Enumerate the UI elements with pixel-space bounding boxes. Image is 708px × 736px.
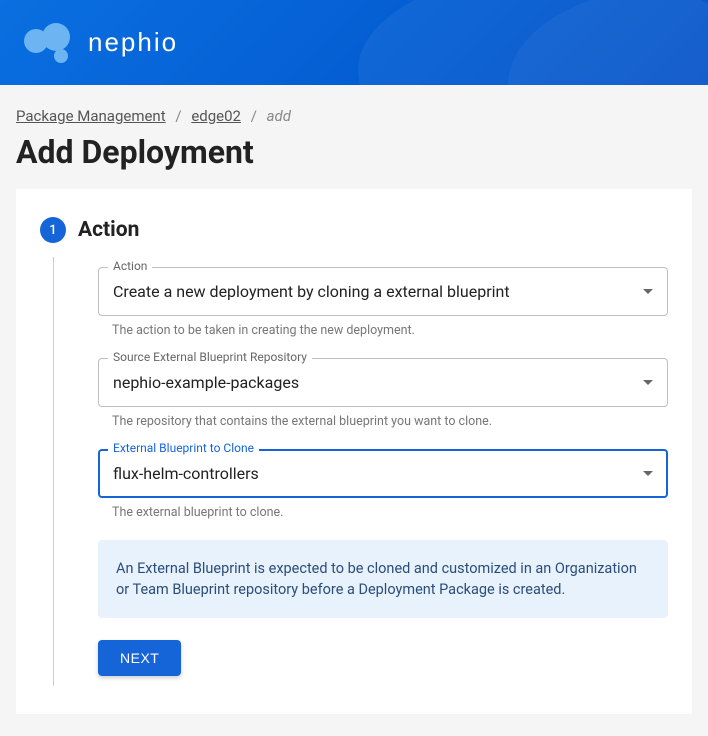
step-header: 1 Action xyxy=(40,217,668,243)
breadcrumb-current: add xyxy=(267,107,291,125)
breadcrumb-separator: / xyxy=(251,107,257,125)
action-label: Action xyxy=(108,259,152,273)
action-value: Create a new deployment by cloning a ext… xyxy=(113,282,510,301)
source-repo-value: nephio-example-packages xyxy=(113,373,299,392)
brand-logo: nephio xyxy=(20,23,178,63)
action-select[interactable]: Create a new deployment by cloning a ext… xyxy=(98,267,668,316)
brand-name: nephio xyxy=(88,27,178,58)
step-number-badge: 1 xyxy=(40,217,66,243)
chevron-down-icon xyxy=(643,380,653,385)
breadcrumb-link-edge02[interactable]: edge02 xyxy=(191,107,241,125)
blueprint-label: External Blueprint to Clone xyxy=(108,441,259,455)
step-title: Action xyxy=(78,218,139,242)
breadcrumb: Package Management / edge02 / add xyxy=(16,107,692,125)
source-repo-field: Source External Blueprint Repository nep… xyxy=(98,358,668,407)
app-header: nephio xyxy=(0,0,708,85)
page-title: Add Deployment xyxy=(16,133,692,171)
breadcrumb-separator: / xyxy=(175,107,181,125)
logo-mark-icon xyxy=(20,23,80,63)
blueprint-field: External Blueprint to Clone flux-helm-co… xyxy=(98,449,668,498)
source-repo-label: Source External Blueprint Repository xyxy=(108,350,312,364)
blueprint-value: flux-helm-controllers xyxy=(113,464,259,483)
chevron-down-icon xyxy=(643,289,653,294)
blueprint-select[interactable]: flux-helm-controllers xyxy=(98,449,668,498)
info-message: An External Blueprint is expected to be … xyxy=(98,540,668,618)
step-body: Action Create a new deployment by clonin… xyxy=(53,257,668,686)
next-button[interactable]: NEXT xyxy=(98,640,181,676)
action-field: Action Create a new deployment by clonin… xyxy=(98,267,668,316)
source-repo-select[interactable]: nephio-example-packages xyxy=(98,358,668,407)
source-repo-helper: The repository that contains the externa… xyxy=(112,414,668,429)
breadcrumb-link-package-management[interactable]: Package Management xyxy=(16,107,166,125)
action-helper: The action to be taken in creating the n… xyxy=(112,323,668,338)
chevron-down-icon xyxy=(643,471,653,476)
blueprint-helper: The external blueprint to clone. xyxy=(112,505,668,520)
form-card: 1 Action Action Create a new deployment … xyxy=(16,189,692,714)
